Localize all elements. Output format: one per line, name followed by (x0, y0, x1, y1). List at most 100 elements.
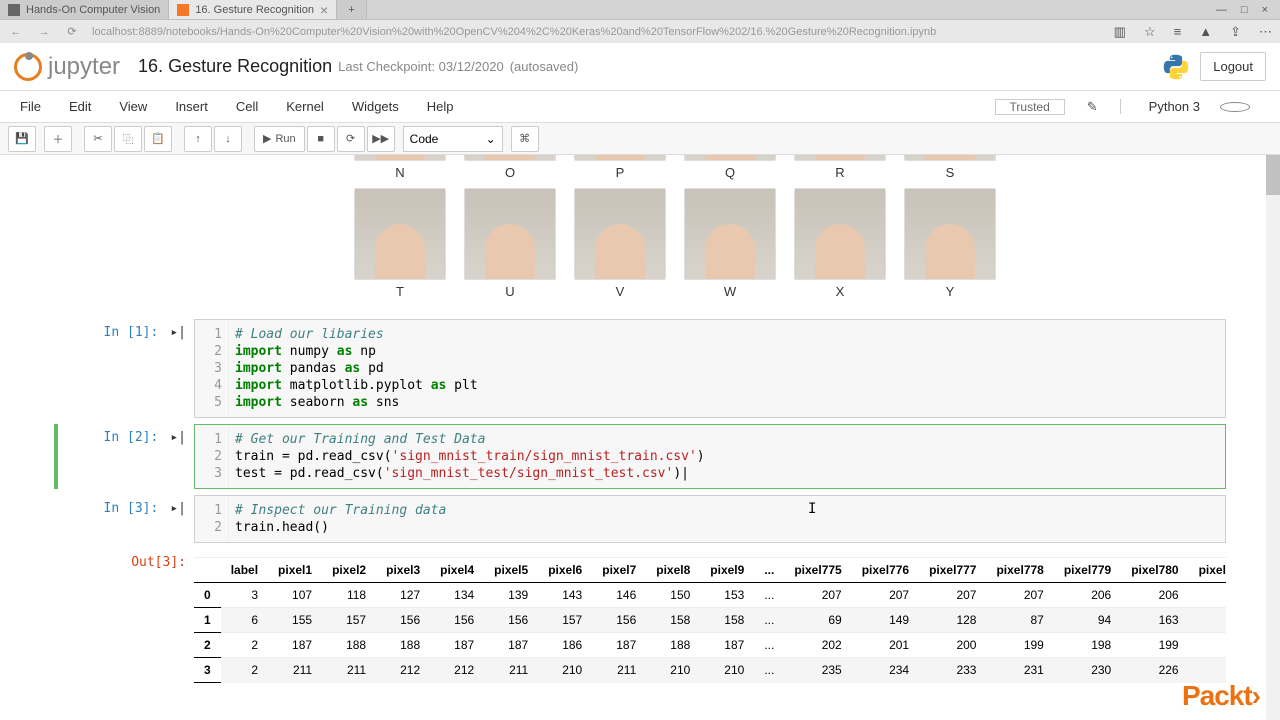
chevron-down-icon: ⌄ (486, 132, 496, 146)
code-cell[interactable]: In [1]:▸| 12345 # Load our libaries impo… (54, 319, 1226, 418)
cell-prompt: In [3]:▸| (54, 495, 194, 543)
new-tab-button[interactable]: + (337, 0, 367, 19)
step-icon: ▸| (170, 430, 186, 489)
trusted-badge[interactable]: Trusted (995, 99, 1065, 115)
gesture-thumbnail (794, 155, 886, 161)
more-icon[interactable]: ⋯ (1259, 24, 1272, 40)
gesture-row-2: T U V W X Y (354, 188, 1226, 299)
menu-help[interactable]: Help (413, 99, 468, 114)
watermark: Packt› (1182, 680, 1260, 712)
code-text[interactable]: # Load our libaries import numpy as np i… (229, 320, 1225, 417)
tab-title: 16. Gesture Recognition (195, 4, 314, 16)
refresh-icon[interactable]: ⟳ (64, 25, 80, 38)
jupyter-header: jupyter 16. Gesture Recognition Last Che… (0, 43, 1280, 91)
pencil-icon[interactable]: ✎ (1073, 99, 1112, 115)
code-text[interactable]: # Get our Training and Test Data train =… (229, 425, 1225, 488)
logout-button[interactable]: Logout (1200, 52, 1266, 81)
gesture-thumbnail (574, 188, 666, 280)
code-cell[interactable]: In [3]:▸| 12 # Inspect our Training data… (54, 495, 1226, 543)
notebook-title[interactable]: 16. Gesture Recognition (138, 56, 332, 77)
step-icon: ▸| (170, 501, 186, 543)
fast-forward-button[interactable]: ▶▶ (367, 126, 395, 152)
jupyter-logo[interactable]: jupyter (14, 53, 120, 81)
restart-button[interactable]: ⟳ (337, 126, 365, 152)
tab-title: Hands-On Computer Vision (26, 4, 160, 16)
menu-kernel[interactable]: Kernel (272, 99, 338, 114)
browser-tab-active[interactable]: 16. Gesture Recognition × (169, 0, 337, 19)
favicon-icon (8, 4, 20, 16)
gesture-thumbnail (354, 188, 446, 280)
notebook-content: N O P Q R S T U V W X Y In [1]:▸| 12345 … (0, 155, 1280, 720)
address-bar: ← → ⟳ localhost:8889/notebooks/Hands-On%… (0, 19, 1280, 43)
logo-text: jupyter (48, 53, 120, 81)
url-field[interactable]: localhost:8889/notebooks/Hands-On%20Comp… (92, 26, 1102, 38)
move-down-button[interactable]: ↓ (214, 126, 242, 152)
scrollbar[interactable] (1266, 155, 1280, 720)
text-cursor-icon: I (808, 501, 816, 517)
line-gutter: 123 (195, 425, 229, 488)
paste-button[interactable]: 📋 (144, 126, 172, 152)
menu-lines-icon[interactable]: ≡ (1174, 24, 1182, 40)
back-icon[interactable]: ← (8, 26, 24, 38)
gesture-row-1: N O P Q R S (354, 155, 1226, 180)
cell-type-select[interactable]: Code⌄ (403, 126, 503, 152)
code-input[interactable]: 12345 # Load our libaries import numpy a… (194, 319, 1226, 418)
cell-prompt: In [2]:▸| (54, 424, 194, 489)
gesture-thumbnail (904, 188, 996, 280)
menu-cell[interactable]: Cell (222, 99, 272, 114)
line-gutter: 12345 (195, 320, 229, 417)
share-icon[interactable]: ⇪ (1230, 24, 1241, 40)
line-gutter: 12 (195, 496, 229, 542)
output-prompt: Out[3]: (54, 549, 194, 683)
kernel-indicator[interactable]: Python 3 (1120, 99, 1264, 114)
toolbar: 💾 ＋ ✂ ⿻ 📋 ↑ ↓ ▶ Run ■ ⟳ ▶▶ Code⌄ ⌘ (0, 123, 1280, 155)
scrollbar-thumb[interactable] (1266, 155, 1280, 195)
code-input[interactable]: 12 # Inspect our Training data train.hea… (194, 495, 1226, 543)
stop-button[interactable]: ■ (307, 126, 335, 152)
gesture-thumbnail (904, 155, 996, 161)
cut-button[interactable]: ✂ (84, 126, 112, 152)
maximize-icon[interactable]: □ (1241, 4, 1248, 16)
python-icon (1162, 53, 1190, 81)
gesture-thumbnail (794, 188, 886, 280)
autosave-text: (autosaved) (510, 59, 579, 74)
copy-button[interactable]: ⿻ (114, 126, 142, 152)
menu-edit[interactable]: Edit (55, 99, 105, 114)
favicon-icon (177, 4, 189, 16)
menu-file[interactable]: File (6, 99, 55, 114)
code-cell-selected[interactable]: In [2]:▸| 123 # Get our Training and Tes… (54, 424, 1226, 489)
output-cell: Out[3]: labelpixel1pixel2pixel3pixel4pix… (54, 549, 1226, 683)
code-input[interactable]: 123 # Get our Training and Test Data tra… (194, 424, 1226, 489)
close-icon[interactable]: × (320, 2, 328, 18)
save-button[interactable]: 💾 (8, 126, 36, 152)
add-cell-button[interactable]: ＋ (44, 126, 72, 152)
kernel-idle-icon (1220, 102, 1250, 112)
close-window-icon[interactable]: × (1262, 4, 1268, 16)
gesture-thumbnail (684, 188, 776, 280)
browser-tab[interactable]: Hands-On Computer Vision (0, 0, 169, 19)
menu-insert[interactable]: Insert (161, 99, 222, 114)
code-text[interactable]: # Inspect our Training data train.head() (229, 496, 1225, 542)
gesture-thumbnail (464, 155, 556, 161)
gesture-thumbnail (464, 188, 556, 280)
star-icon[interactable]: ☆ (1144, 24, 1156, 40)
menu-bar: File Edit View Insert Cell Kernel Widget… (0, 91, 1280, 123)
run-button[interactable]: ▶ Run (254, 126, 305, 152)
gesture-thumbnail (574, 155, 666, 161)
command-palette-button[interactable]: ⌘ (511, 126, 539, 152)
gesture-thumbnail (684, 155, 776, 161)
gesture-thumbnail (354, 155, 446, 161)
menu-widgets[interactable]: Widgets (338, 99, 413, 114)
jupyter-icon (14, 53, 42, 81)
step-icon: ▸| (170, 325, 186, 418)
menu-view[interactable]: View (105, 99, 161, 114)
user-icon[interactable]: ▲ (1199, 24, 1212, 40)
reader-icon[interactable]: ▥ (1114, 24, 1126, 40)
cell-prompt: In [1]:▸| (54, 319, 194, 418)
forward-icon[interactable]: → (36, 26, 52, 38)
dataframe-table: labelpixel1pixel2pixel3pixel4pixel5pixel… (194, 557, 1226, 683)
move-up-button[interactable]: ↑ (184, 126, 212, 152)
minimize-icon[interactable]: — (1216, 4, 1227, 16)
browser-tab-strip: Hands-On Computer Vision 16. Gesture Rec… (0, 0, 1280, 19)
checkpoint-text: Last Checkpoint: 03/12/2020 (338, 59, 504, 74)
